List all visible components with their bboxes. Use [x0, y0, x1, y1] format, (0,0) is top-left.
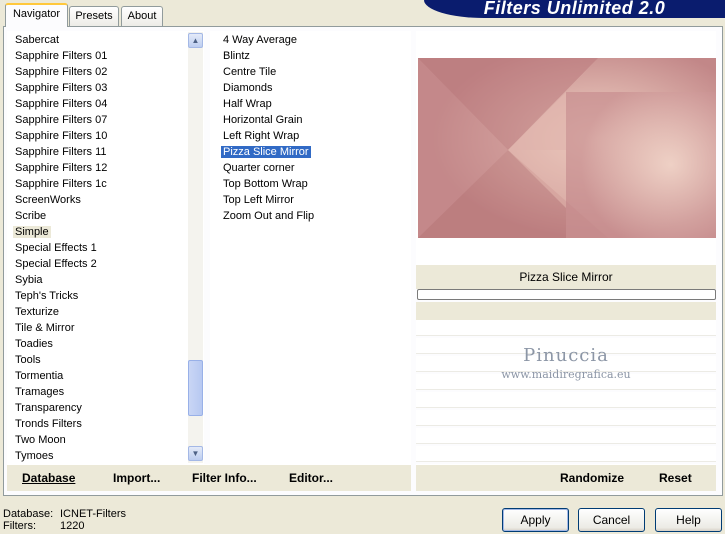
category-item[interactable]: Simple [13, 224, 51, 240]
filter-item[interactable]: Blintz [221, 48, 252, 64]
tab-about[interactable]: About [121, 6, 163, 27]
category-item[interactable]: Tramages [13, 384, 66, 400]
tab-presets[interactable]: Presets [69, 6, 119, 27]
params-strip [416, 302, 716, 320]
param-row [416, 446, 716, 462]
editor-button[interactable]: Editor... [289, 471, 333, 485]
category-item[interactable]: Sapphire Filters 1c [13, 176, 109, 192]
category-item[interactable]: Sapphire Filters 12 [13, 160, 109, 176]
reset-button[interactable]: Reset [659, 471, 692, 485]
preview-blank [416, 238, 716, 265]
chevron-up-icon[interactable]: ▲ [188, 33, 203, 48]
filter-item[interactable]: Zoom Out and Flip [221, 208, 316, 224]
category-item[interactable]: Scribe [13, 208, 48, 224]
status-filters-label: Filters: [3, 520, 36, 532]
filter-item[interactable]: Left Right Wrap [221, 128, 301, 144]
left-toolbar: Database Import... Filter Info... Editor… [7, 464, 411, 491]
category-scrollbar[interactable]: ▲ ▼ [188, 32, 203, 463]
database-button[interactable]: Database [22, 471, 75, 485]
filter-info-button[interactable]: Filter Info... [192, 471, 257, 485]
filter-item[interactable]: Half Wrap [221, 96, 274, 112]
param-row [416, 428, 716, 444]
filter-item[interactable]: Top Left Mirror [221, 192, 296, 208]
filter-item[interactable]: Centre Tile [221, 64, 278, 80]
filter-item[interactable]: Horizontal Grain [221, 112, 304, 128]
category-item[interactable]: Tronds Filters [13, 416, 84, 432]
category-item[interactable]: Tools [13, 352, 43, 368]
status-filters-value: 1220 [60, 520, 85, 532]
param-row [416, 320, 716, 336]
param-row [416, 410, 716, 426]
category-item[interactable]: Texturize [13, 304, 61, 320]
preview-filter-name: Pizza Slice Mirror [416, 265, 716, 289]
app-title: Filters Unlimited 2.0 [424, 0, 725, 18]
category-item[interactable]: Sapphire Filters 01 [13, 48, 109, 64]
cancel-button[interactable]: Cancel [578, 508, 645, 532]
status-database-value: ICNET-Filters [60, 508, 126, 520]
filter-item[interactable]: Quarter corner [221, 160, 297, 176]
category-item[interactable]: Tile & Mirror [13, 320, 76, 336]
category-item[interactable]: ScreenWorks [13, 192, 83, 208]
filter-item[interactable]: Diamonds [221, 80, 275, 96]
chevron-down-icon[interactable]: ▼ [188, 446, 203, 461]
filter-item[interactable]: Top Bottom Wrap [221, 176, 310, 192]
category-list[interactable]: Sabercat Sapphire Filters 01 Sapphire Filt… [7, 31, 204, 464]
category-item[interactable]: Transparency [13, 400, 84, 416]
category-item[interactable]: Special Effects 1 [13, 240, 99, 256]
category-item[interactable]: Tormentia [13, 368, 65, 384]
right-toolbar: Randomize Reset [416, 464, 716, 491]
filter-list[interactable]: 4 Way Average Blintz Centre Tile Diamonds Ha… [210, 31, 411, 464]
category-item[interactable]: Toadies [13, 336, 55, 352]
scroll-thumb[interactable] [188, 360, 203, 416]
help-button[interactable]: Help [655, 508, 722, 532]
category-item[interactable]: Sapphire Filters 03 [13, 80, 109, 96]
category-item[interactable]: Sapphire Filters 04 [13, 96, 109, 112]
category-item[interactable]: Two Moon [13, 432, 68, 448]
category-item[interactable]: Teph's Tricks [13, 288, 80, 304]
param-row [416, 392, 716, 408]
progress-bar [417, 289, 716, 300]
filter-item[interactable]: Pizza Slice Mirror [221, 144, 311, 160]
apply-button[interactable]: Apply [502, 508, 569, 532]
category-item[interactable]: Sapphire Filters 07 [13, 112, 109, 128]
preview-image [418, 58, 716, 238]
category-item[interactable]: Sapphire Filters 02 [13, 64, 109, 80]
category-item[interactable]: Tymoes [13, 448, 56, 464]
status-database-label: Database: [3, 508, 54, 520]
tab-navigator[interactable]: Navigator [5, 3, 68, 27]
category-item[interactable]: Special Effects 2 [13, 256, 99, 272]
category-item[interactable]: Sabercat [13, 32, 61, 48]
category-item[interactable]: Sapphire Filters 11 [13, 144, 109, 160]
category-item[interactable]: Sapphire Filters 10 [13, 128, 109, 144]
watermark-site: www.maidiregrafica.eu [501, 368, 631, 381]
randomize-button[interactable]: Randomize [560, 471, 624, 485]
watermark-title: Pinuccia [523, 345, 609, 366]
filter-item[interactable]: 4 Way Average [221, 32, 299, 48]
import-button[interactable]: Import... [113, 471, 160, 485]
category-item[interactable]: Sybia [13, 272, 45, 288]
